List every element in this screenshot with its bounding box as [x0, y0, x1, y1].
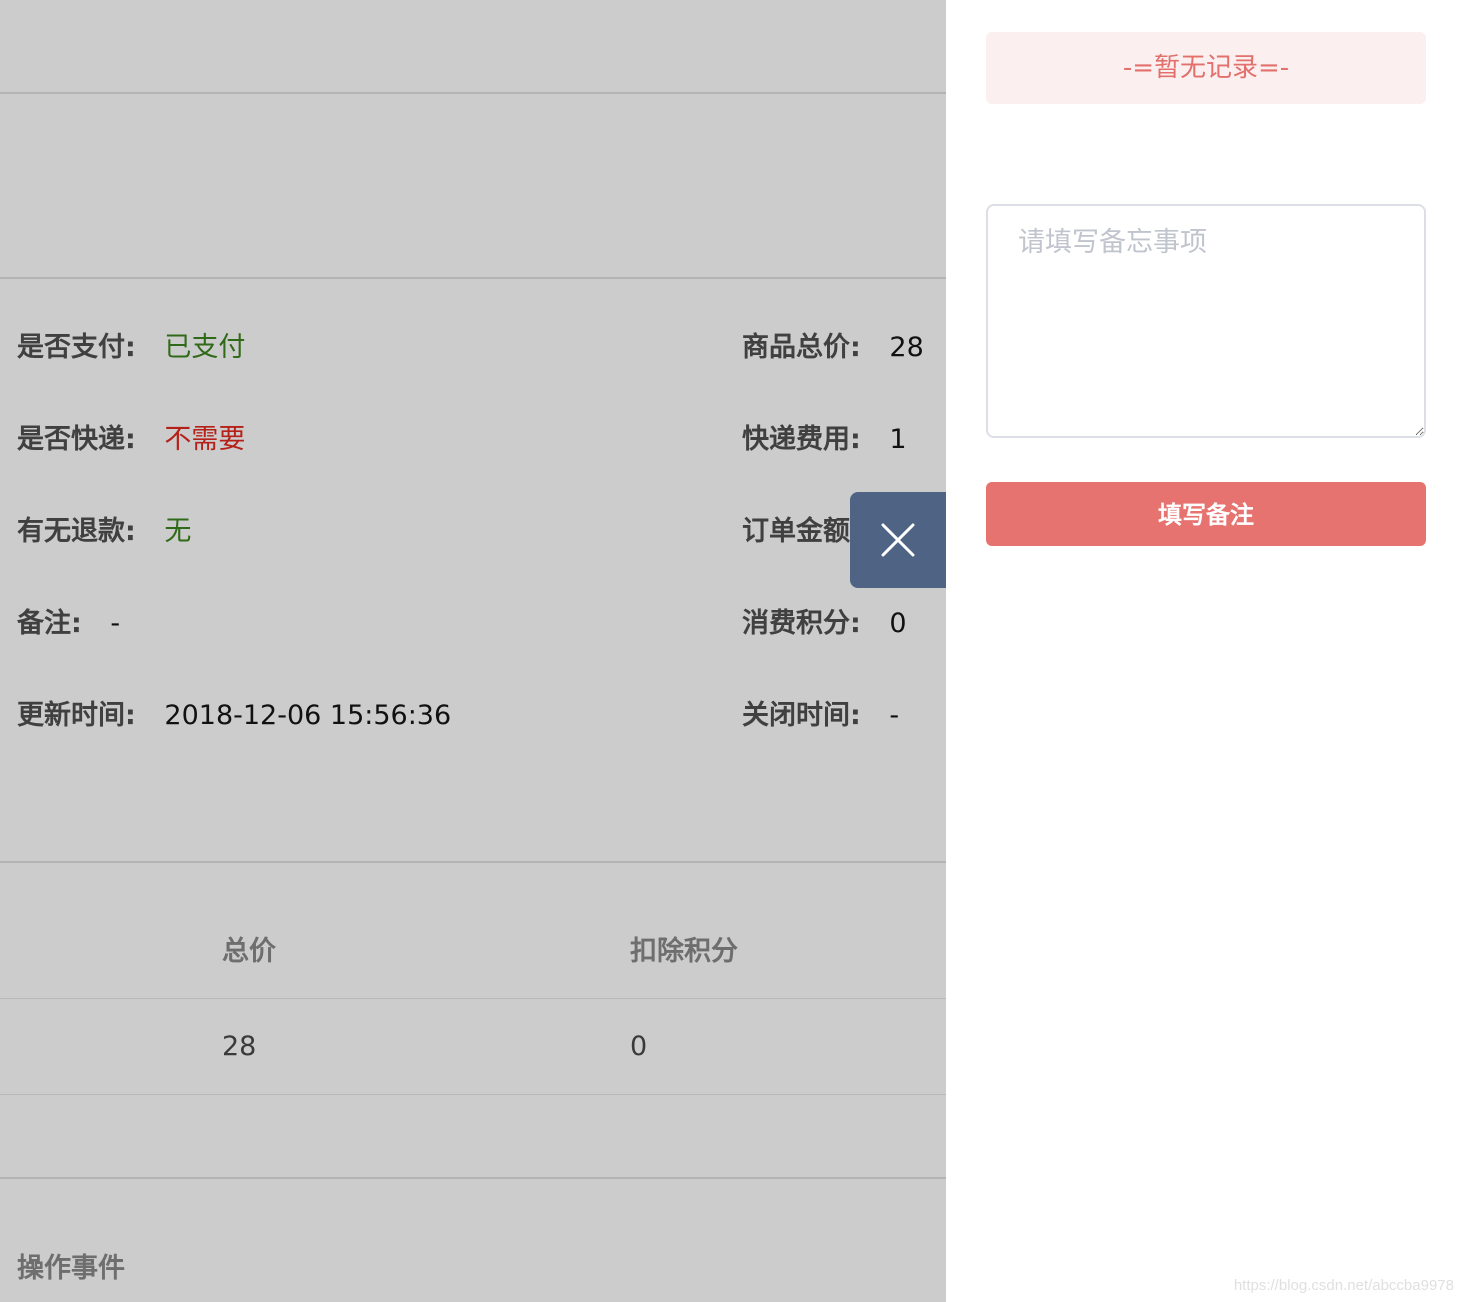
info-value: - — [889, 700, 900, 731]
memo-drawer: -=暂无记录=- 填写备注 — [946, 0, 1464, 1302]
info-value: 1 — [889, 424, 907, 455]
info-label: 是否支付: — [17, 332, 136, 363]
info-value: 无 — [164, 516, 192, 547]
info-label: 消费积分: — [742, 608, 861, 639]
info-label: 商品总价: — [742, 332, 861, 363]
submit-memo-button[interactable]: 填写备注 — [986, 482, 1426, 546]
watermark: https://blog.csdn.net/abccba9978 — [1233, 1277, 1454, 1294]
info-value: - — [110, 608, 121, 639]
info-label: 关闭时间: — [742, 700, 861, 731]
divider — [0, 861, 946, 863]
info-refund: 有无退款: 无 — [17, 512, 191, 552]
divider — [0, 277, 946, 279]
info-paid: 是否支付: 已支付 — [17, 328, 245, 368]
table-cell-points: 0 — [630, 1031, 648, 1062]
table-header-total: 总价 — [222, 936, 276, 967]
info-closed: 关闭时间: - — [742, 696, 899, 736]
events-section-title: 操作事件 — [17, 1253, 125, 1284]
divider — [0, 92, 946, 94]
info-express: 是否快递: 不需要 — [17, 420, 245, 460]
info-label: 是否快递: — [17, 424, 136, 455]
table-cell-total: 28 — [222, 1031, 257, 1062]
close-drawer-button[interactable] — [850, 492, 946, 588]
info-value: 0 — [889, 608, 907, 639]
info-points: 消费积分: 0 — [742, 604, 907, 644]
info-value: 已支付 — [164, 332, 246, 363]
info-remark: 备注: - — [17, 604, 120, 644]
empty-records-notice: -=暂无记录=- — [986, 32, 1426, 104]
divider — [0, 998, 946, 999]
info-label: 有无退款: — [17, 516, 136, 547]
info-updated: 更新时间: 2018-12-06 15:56:36 — [17, 696, 451, 736]
info-value: 2018-12-06 15:56:36 — [164, 700, 452, 731]
close-icon — [881, 523, 915, 557]
divider — [0, 1094, 946, 1095]
order-detail-page: 是否支付: 已支付 是否快递: 不需要 有无退款: 无 备注: - 更新时间: … — [0, 0, 946, 1302]
info-order-amount: 订单金额 — [742, 512, 850, 552]
info-value: 不需要 — [164, 424, 246, 455]
info-goods-total: 商品总价: 28 — [742, 328, 924, 368]
info-label: 更新时间: — [17, 700, 136, 731]
info-label: 订单金额 — [742, 516, 850, 547]
memo-input[interactable] — [986, 204, 1426, 438]
info-value: 28 — [889, 332, 924, 363]
info-express-fee: 快递费用: 1 — [742, 420, 907, 460]
info-label: 备注: — [17, 608, 82, 639]
divider — [0, 1177, 946, 1179]
info-label: 快递费用: — [742, 424, 861, 455]
table-header-points: 扣除积分 — [630, 936, 738, 967]
